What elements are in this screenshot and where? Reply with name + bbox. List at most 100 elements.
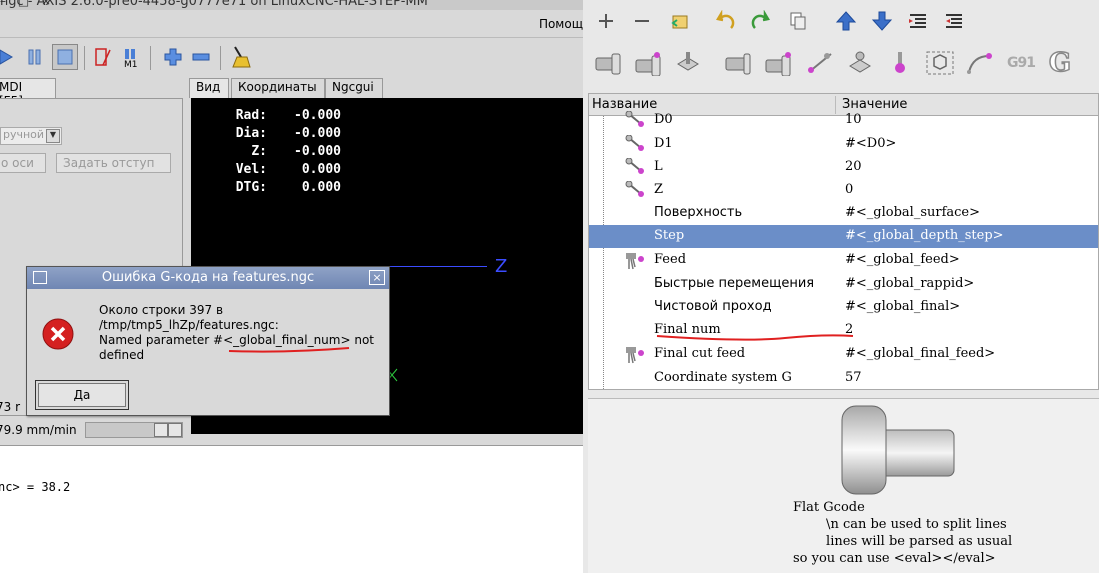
dialog-title-bar: Ошибка G-кода на features.ngc ×	[27, 267, 389, 289]
parameter-name: <_global_final_num>	[223, 333, 351, 347]
feature-flat-plus-icon[interactable]	[633, 48, 663, 78]
dro-value: -0.000	[294, 144, 341, 159]
row-name: D1	[654, 136, 673, 151]
feed-override-slider[interactable]	[85, 422, 183, 438]
tab-ngcgui-label: Ngcgui	[332, 80, 374, 94]
row-name: L	[654, 159, 663, 174]
tree-row[interactable]: Feed #<_global_feed>	[589, 249, 1098, 272]
row-value: 20	[845, 159, 862, 174]
tab-coordinates-label: Координаты	[238, 80, 317, 94]
feature-flat-icon[interactable]	[593, 48, 623, 78]
row-name: Быстрые перемещения	[654, 276, 815, 291]
drill-icon	[626, 253, 644, 270]
row-name: Final cut feed	[654, 346, 746, 361]
block-delete-icon[interactable]	[90, 44, 116, 70]
dro-value: 0.000	[301, 162, 341, 177]
unindent-icon[interactable]	[939, 6, 969, 36]
tab-coordinates[interactable]: Координаты	[231, 78, 325, 98]
left-tabbar: MDI [F5]	[0, 78, 183, 108]
feature-point-icon[interactable]	[845, 48, 875, 78]
remove-icon[interactable]	[627, 6, 657, 36]
tree-row[interactable]: Поверхность #<_global_surface>	[589, 202, 1098, 225]
optional-stop-icon[interactable]: M1	[118, 44, 144, 70]
tab-ngcgui[interactable]: Ngcgui	[325, 78, 383, 98]
tab-view[interactable]: Вид	[189, 78, 229, 98]
feature-line-icon[interactable]	[805, 48, 835, 78]
row-name: Поверхность	[654, 205, 743, 220]
tree-row[interactable]: Z 0	[589, 179, 1098, 202]
toolbar-separator	[220, 46, 221, 70]
window-buttons[interactable]: – □ ×	[0, 0, 581, 8]
mode-select[interactable]: ручной ▼	[0, 127, 62, 145]
svg-text:M1: M1	[124, 60, 138, 68]
status-value: 73 r	[0, 400, 21, 414]
dro-label: DTG:	[235, 180, 267, 195]
tree-row[interactable]: D0 10	[589, 109, 1098, 132]
redo-icon[interactable]	[745, 6, 775, 36]
z-axis-line	[389, 266, 487, 267]
row-name: Coordinate system G	[654, 370, 792, 385]
gcode-error-dialog: Ошибка G-кода на features.ngc × Около ст…	[26, 266, 390, 416]
tree-row-selected[interactable]: Step #<_global_depth_step>	[589, 225, 1098, 248]
close-icon[interactable]: ×	[369, 270, 385, 285]
zoom-out-icon[interactable]	[188, 44, 214, 70]
clear-plot-icon[interactable]	[228, 44, 254, 70]
tree-row[interactable]: D1 #<D0>	[589, 133, 1098, 156]
feature-probe-icon[interactable]	[885, 48, 915, 78]
feature-hexagon-icon[interactable]	[925, 48, 955, 78]
row-value: 57	[845, 370, 862, 385]
move-down-icon[interactable]	[867, 6, 897, 36]
feature-groove-icon[interactable]	[723, 48, 753, 78]
feature-arc-icon[interactable]	[965, 48, 995, 78]
row-value: 10	[845, 112, 862, 127]
tree-row[interactable]: Чистовой проход #<_global_final>	[589, 296, 1098, 319]
annotation-underline	[228, 347, 350, 353]
g91-icon[interactable]: G91	[1003, 48, 1039, 78]
slider-handle[interactable]	[168, 423, 182, 437]
copy-icon[interactable]	[783, 6, 813, 36]
feature-drill-icon[interactable]	[673, 48, 703, 78]
z-axis-label: Z	[495, 256, 508, 277]
tree-row[interactable]: L 20	[589, 156, 1098, 179]
menu-help[interactable]: Помощ	[539, 17, 583, 31]
slider-handle[interactable]	[154, 423, 168, 437]
zero-axis-button[interactable]: о оси	[0, 153, 46, 173]
tab-view-label: Вид	[196, 80, 221, 94]
set-offset-button[interactable]: Задать отступ	[56, 153, 171, 173]
row-value: #<_global_rappid>	[845, 276, 975, 291]
indent-icon[interactable]	[903, 6, 933, 36]
flat-feature-image	[841, 405, 955, 495]
set-offset-label: Задать отступ	[63, 156, 155, 170]
zoom-in-icon[interactable]	[160, 44, 186, 70]
preview-description: Flat Gcode \n can be used to split lines…	[793, 500, 1013, 566]
tree-row[interactable]: Быстрые перемещения #<_global_rappid>	[589, 273, 1098, 296]
move-up-icon[interactable]	[831, 6, 861, 36]
undo-history-icon[interactable]	[665, 6, 695, 36]
gcode-icon[interactable]: G	[1045, 47, 1075, 79]
features-toolbar	[583, 6, 1099, 44]
message-text: Named parameter #	[99, 333, 224, 347]
ok-button[interactable]: Да	[35, 380, 129, 410]
dro-label: Dia:	[235, 126, 267, 141]
feature-tree[interactable]: Название Значение D0 10 D1 #<D0> L 20 Z …	[588, 93, 1099, 390]
row-name: Feed	[654, 252, 687, 267]
tab-mdi[interactable]: MDI [F5]	[0, 78, 56, 108]
g91-label: G91	[1007, 55, 1036, 71]
undo-icon[interactable]	[711, 6, 741, 36]
feature-groove-plus-icon[interactable]	[763, 48, 793, 78]
axis-toolbar: M1	[0, 40, 583, 76]
drill-icon	[626, 347, 644, 364]
stop-icon[interactable]	[52, 44, 78, 70]
param-icon	[625, 158, 644, 174]
axis-title-bar: ngc - AXIS 2.6.0-pre0-4458-g0777e71 on L…	[0, 0, 583, 10]
row-value: #<_global_surface>	[845, 205, 981, 220]
message-line: Около строки 397 в	[99, 303, 224, 317]
row-name: Z	[654, 182, 664, 197]
feed-rate: 79.9 mm/min	[0, 423, 77, 437]
run-icon[interactable]	[0, 44, 20, 70]
tree-row[interactable]: Final cut feed #<_global_final_feed>	[589, 343, 1098, 366]
error-icon	[42, 318, 74, 350]
add-icon[interactable]	[591, 6, 621, 36]
pause-icon[interactable]	[22, 44, 48, 70]
tree-row[interactable]: Coordinate system G 57	[589, 367, 1098, 389]
